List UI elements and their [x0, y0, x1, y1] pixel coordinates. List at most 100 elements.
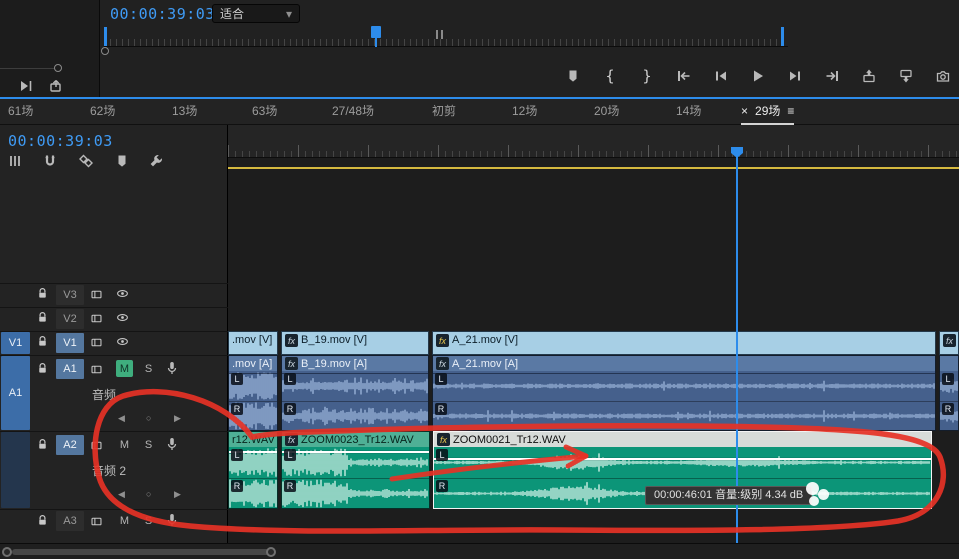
- volume-rubber-band[interactable]: [433, 373, 935, 374]
- lock-icon[interactable]: [36, 311, 49, 327]
- track-name-v2[interactable]: V2: [56, 309, 84, 329]
- audio-clip[interactable]: .mov [A] L R: [228, 355, 278, 431]
- export-media-icon[interactable]: [48, 78, 64, 94]
- program-timecode[interactable]: 00:00:39:03: [110, 5, 215, 23]
- next-keyframe-icon[interactable]: ▶: [174, 413, 181, 424]
- linked-selection-icon[interactable]: [78, 153, 94, 169]
- toggle-track-output-eye-icon[interactable]: [116, 335, 129, 351]
- tab-sequence-8[interactable]: 14场: [676, 99, 701, 124]
- mute-button-a3[interactable]: M: [116, 512, 133, 529]
- mini-zoom-track[interactable]: [0, 68, 62, 69]
- zoom-level-select[interactable]: 适合 ▾: [212, 4, 300, 23]
- video-clip[interactable]: fx A_21.mov [V]: [432, 331, 936, 355]
- tab-sequence-4[interactable]: 27/48场: [332, 99, 374, 124]
- scrollbar-left-handle[interactable]: [2, 547, 12, 557]
- go-to-in-button[interactable]: [673, 65, 695, 87]
- source-patch-video[interactable]: V1: [1, 332, 30, 354]
- audio-clip[interactable]: L R: [939, 355, 959, 431]
- prev-keyframe-icon[interactable]: ◀: [118, 489, 125, 500]
- lift-button[interactable]: [858, 65, 880, 87]
- add-keyframe-icon[interactable]: ○: [146, 413, 151, 423]
- video-clip[interactable]: fx: [939, 331, 959, 355]
- audio-clip[interactable]: r12.WAV L R: [228, 431, 278, 509]
- step-forward-button[interactable]: [784, 65, 806, 87]
- add-keyframe-icon[interactable]: ○: [146, 489, 151, 499]
- tab-sequence-2[interactable]: 13场: [172, 99, 197, 124]
- solo-button-a1[interactable]: S: [140, 360, 157, 377]
- toggle-track-output-eye-icon[interactable]: [116, 287, 129, 303]
- snap-magnet-icon[interactable]: [42, 153, 58, 169]
- timeline-settings-wrench-icon[interactable]: [148, 153, 164, 169]
- monitor-playhead[interactable]: [371, 26, 381, 38]
- step-back-button[interactable]: [710, 65, 732, 87]
- prev-keyframe-icon[interactable]: ◀: [118, 413, 125, 424]
- tab-sequence-active[interactable]: × 29场 ≡: [741, 99, 794, 125]
- work-area-bar[interactable]: [228, 167, 959, 169]
- track-patch-icon[interactable]: [90, 439, 103, 455]
- add-marker-icon[interactable]: [114, 153, 130, 169]
- track-name-a1[interactable]: A1: [56, 359, 84, 379]
- tab-sequence-6[interactable]: 12场: [512, 99, 537, 124]
- horizontal-scrollbar[interactable]: [0, 543, 959, 559]
- tab-sequence-7[interactable]: 20场: [594, 99, 619, 124]
- video-clip[interactable]: fx B_19.mov [V]: [281, 331, 429, 355]
- track-patch-icon[interactable]: [90, 515, 103, 531]
- mute-button-a1[interactable]: M: [116, 360, 133, 377]
- scrollbar-thumb[interactable]: [12, 549, 270, 555]
- scrollbar-right-handle[interactable]: [266, 547, 276, 557]
- track-patch-icon[interactable]: [90, 312, 103, 328]
- sequence-insert-icon[interactable]: [8, 153, 24, 169]
- play-button[interactable]: [747, 65, 769, 87]
- track-patch-icon[interactable]: [90, 288, 103, 304]
- tab-sequence-5[interactable]: 初剪: [432, 99, 456, 124]
- audio-clip[interactable]: fxA_21.mov [A] L R: [432, 355, 936, 431]
- add-marker-button[interactable]: [562, 65, 584, 87]
- mute-button-a2[interactable]: M: [116, 436, 133, 453]
- track-patch-icon[interactable]: [90, 336, 103, 352]
- volume-rubber-band[interactable]: [282, 373, 428, 374]
- source-patch-audio[interactable]: A1: [1, 356, 30, 430]
- track-patch-icon[interactable]: [90, 363, 103, 379]
- audio-clip[interactable]: fxZOOM0023_Tr12.WAV L R: [281, 431, 430, 509]
- track-name-v1[interactable]: V1: [56, 333, 84, 353]
- track-name-a2[interactable]: A2: [56, 435, 84, 455]
- mark-in-button[interactable]: {: [599, 65, 621, 87]
- timeline-playhead-line[interactable]: [736, 147, 738, 543]
- program-scrubber[interactable]: [104, 27, 788, 47]
- audio-clip[interactable]: fxB_19.mov [A] L R: [281, 355, 429, 431]
- lock-icon[interactable]: [36, 335, 49, 351]
- source-patch-empty[interactable]: [1, 432, 30, 508]
- go-to-out-button[interactable]: [821, 65, 843, 87]
- track-name-a3[interactable]: A3: [56, 511, 84, 531]
- lock-icon[interactable]: [36, 287, 49, 303]
- close-icon[interactable]: ×: [741, 99, 748, 124]
- volume-rubber-band[interactable]: [282, 451, 429, 453]
- timeline-timecode[interactable]: 00:00:39:03: [8, 132, 113, 150]
- voiceover-mic-icon[interactable]: [164, 436, 180, 452]
- tab-sequence-0[interactable]: 61场: [8, 99, 33, 124]
- mark-out-button[interactable]: }: [636, 65, 658, 87]
- lock-icon[interactable]: [36, 438, 49, 454]
- voiceover-mic-icon[interactable]: [164, 360, 180, 376]
- lock-icon[interactable]: [36, 514, 49, 530]
- time-ruler[interactable]: [228, 125, 959, 158]
- volume-rubber-band-dragged[interactable]: [434, 458, 931, 460]
- tab-sequence-3[interactable]: 63场: [252, 99, 277, 124]
- voiceover-mic-icon[interactable]: [164, 512, 180, 528]
- panel-menu-icon[interactable]: ≡: [787, 99, 794, 124]
- solo-button-a2[interactable]: S: [140, 436, 157, 453]
- monitor-playhead-stem: [375, 38, 377, 47]
- export-frame-button[interactable]: [932, 65, 954, 87]
- waveform: [282, 478, 429, 509]
- next-keyframe-icon[interactable]: ▶: [174, 489, 181, 500]
- track-name-v3[interactable]: V3: [56, 285, 84, 305]
- tab-sequence-1[interactable]: 62场: [90, 99, 115, 124]
- play-in-to-out-icon[interactable]: [18, 78, 34, 94]
- extract-button[interactable]: [895, 65, 917, 87]
- solo-button-a3[interactable]: S: [140, 512, 157, 529]
- video-clip[interactable]: .mov [V]: [228, 331, 278, 355]
- toggle-track-output-eye-icon[interactable]: [116, 311, 129, 327]
- lock-icon[interactable]: [36, 362, 49, 378]
- monitor-zoom-handle[interactable]: [101, 47, 109, 55]
- mini-zoom-handle[interactable]: [54, 64, 62, 72]
